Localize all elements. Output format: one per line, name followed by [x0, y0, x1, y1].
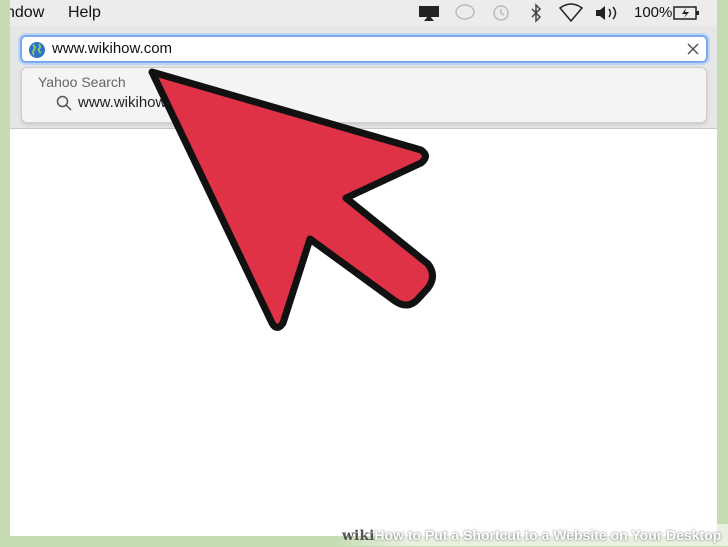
how-logo: How: [374, 527, 404, 543]
arrow-cursor-icon: [148, 68, 436, 331]
caption-bar: wikiHow to Put a Shortcut to a Website o…: [330, 524, 728, 546]
caption-text: to Put a Shortcut to a Website on Your D…: [403, 527, 722, 543]
wiki-logo: wiki: [342, 528, 375, 544]
screen: ndow Help 100% www.wikihow.com Yahoo Sea…: [10, 0, 717, 536]
